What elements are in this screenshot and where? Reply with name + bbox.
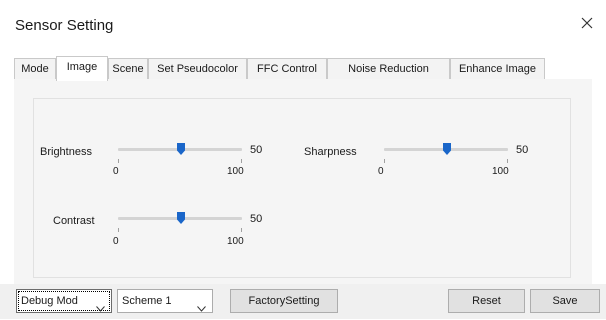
mode-select-value: Debug Mod xyxy=(21,295,78,307)
chevron-down-icon xyxy=(197,298,206,320)
tab-label: Enhance Image xyxy=(458,63,537,75)
tab-ffc-control[interactable]: FFC Control xyxy=(247,58,327,80)
brightness-value: 50 xyxy=(250,144,263,156)
window-title: Sensor Setting xyxy=(15,17,114,34)
slider-tick xyxy=(118,159,119,163)
sharpness-value: 50 xyxy=(516,144,529,156)
reset-button[interactable]: Reset xyxy=(448,289,525,313)
tab-set-pseudocolor[interactable]: Set Pseudocolor xyxy=(148,58,247,80)
sharpness-max: 100 xyxy=(492,166,509,177)
tab-strip: Mode Image Scene Set Pseudocolor FFC Con… xyxy=(14,56,606,81)
slider-tick xyxy=(241,228,242,232)
save-button[interactable]: Save xyxy=(530,289,600,313)
sharpness-label: Sharpness xyxy=(304,146,357,158)
image-settings-group xyxy=(33,98,571,278)
tab-label: Noise Reduction xyxy=(348,63,429,75)
slider-tick xyxy=(507,159,508,163)
tab-label: Image xyxy=(66,61,98,73)
contrast-max: 100 xyxy=(227,236,244,247)
contrast-value: 50 xyxy=(250,213,263,225)
scheme-select-value: Scheme 1 xyxy=(122,295,172,307)
tab-enhance-image[interactable]: Enhance Image xyxy=(450,58,545,80)
chevron-down-icon xyxy=(96,298,105,320)
title-bar: Sensor Setting xyxy=(0,0,606,48)
brightness-min: 0 xyxy=(113,166,119,177)
contrast-min: 0 xyxy=(113,236,119,247)
tab-mode[interactable]: Mode xyxy=(14,58,56,80)
tab-label: Set Pseudocolor xyxy=(157,63,238,75)
contrast-label: Contrast xyxy=(53,215,95,227)
tab-image[interactable]: Image xyxy=(56,56,108,81)
tab-scene[interactable]: Scene xyxy=(108,58,148,80)
mode-select[interactable]: Debug Mod xyxy=(16,289,112,313)
sharpness-min: 0 xyxy=(378,166,384,177)
scheme-select[interactable]: Scheme 1 xyxy=(117,289,213,313)
brightness-label: Brightness xyxy=(40,146,92,158)
brightness-max: 100 xyxy=(227,166,244,177)
close-icon[interactable] xyxy=(577,13,597,33)
tab-label: Scene xyxy=(112,63,144,75)
tab-noise-reduction[interactable]: Noise Reduction xyxy=(327,58,450,80)
factory-setting-button[interactable]: FactorySetting xyxy=(230,289,338,313)
tab-label: FFC Control xyxy=(257,63,317,75)
slider-tick xyxy=(384,159,385,163)
slider-tick xyxy=(241,159,242,163)
slider-tick xyxy=(118,228,119,232)
tab-label: Mode xyxy=(21,63,49,75)
